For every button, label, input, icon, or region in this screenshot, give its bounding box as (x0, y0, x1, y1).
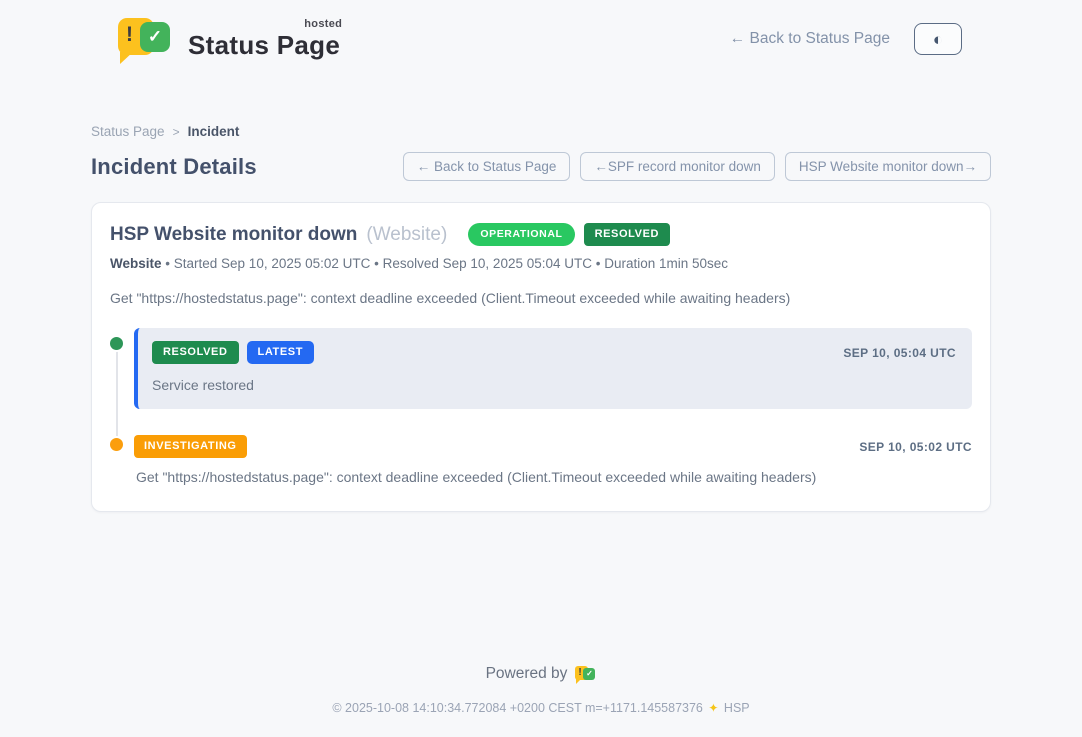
copyright-line: © 2025-10-08 14:10:34.772084 +0200 CEST … (0, 701, 1082, 715)
brand-hosted-label: hosted (304, 18, 342, 30)
timeline-dot-orange (108, 436, 125, 453)
timeline-entry-badges: INVESTIGATING (134, 435, 247, 458)
copyright-suffix: HSP (724, 701, 750, 715)
next-incident-button[interactable]: HSP Website monitor down→ (785, 152, 991, 181)
brand-logo-icon: ✓ ! (118, 18, 174, 62)
footer: Powered by ✓ ! © 2025-10-08 14:10:34.772… (0, 665, 1082, 715)
incident-component: (Website) (366, 224, 447, 246)
resolved-state-badge: RESOLVED (584, 223, 671, 246)
back-to-status-page-button[interactable]: ← Back to Status Page (403, 152, 571, 181)
timeline-entry: INVESTIGATING SEP 10, 05:02 UTC Get "htt… (110, 435, 972, 485)
powered-by-label: Powered by (486, 665, 568, 683)
investigating-badge: INVESTIGATING (134, 435, 247, 458)
operational-status-badge: OPERATIONAL (468, 223, 574, 246)
sparkles-icon: ✦ (708, 701, 718, 715)
latest-badge: LATEST (247, 341, 315, 364)
prev-incident-button[interactable]: ←SPF record monitor down (580, 152, 775, 181)
breadcrumb-status-page-link[interactable]: Status Page (91, 124, 165, 139)
breadcrumb-current-incident: Incident (188, 124, 240, 139)
resolved-badge: RESOLVED (152, 341, 239, 364)
timeline-entry-timestamp: SEP 10, 05:02 UTC (859, 440, 972, 454)
brand-name-wrap: hosted Status Page (188, 16, 340, 61)
incident-title: HSP Website monitor down (110, 224, 357, 246)
incident-timeline: RESOLVED LATEST SEP 10, 05:04 UTC Servic… (110, 328, 972, 485)
timeline-entry-message: Service restored (152, 377, 956, 393)
incident-card: HSP Website monitor down (Website) OPERA… (91, 202, 991, 512)
breadcrumb: Status Page > Incident (91, 124, 991, 139)
timeline-entry-highlight-box: RESOLVED LATEST SEP 10, 05:04 UTC Servic… (134, 328, 972, 409)
header-right: ← Back to Status Page ◐ (730, 23, 962, 55)
footer-logo-green-check-box: ✓ (583, 668, 595, 680)
theme-toggle-button[interactable]: ◐ (914, 23, 962, 55)
breadcrumb-separator: > (173, 125, 180, 139)
timeline-entry-badge-row: INVESTIGATING SEP 10, 05:02 UTC (134, 435, 972, 458)
back-to-status-page-link[interactable]: ← Back to Status Page (730, 30, 890, 48)
timeline-entry-badges: RESOLVED LATEST (152, 341, 314, 364)
header: ✓ ! hosted Status Page ← Back to Status … (0, 0, 1082, 66)
timeline-entry-body: INVESTIGATING SEP 10, 05:02 UTC Get "htt… (134, 435, 972, 485)
brand-logo-link[interactable]: ✓ ! hosted Status Page (118, 16, 340, 62)
incident-meta-times: • Started Sep 10, 2025 05:02 UTC • Resol… (165, 256, 728, 271)
logo-green-check-box: ✓ (140, 22, 170, 52)
timeline-entry-timestamp: SEP 10, 05:04 UTC (843, 346, 956, 360)
incident-description: Get "https://hostedstatus.page": context… (110, 290, 972, 306)
title-row: Incident Details ← Back to Status Page ←… (91, 152, 991, 181)
footer-check-icon: ✓ (586, 669, 593, 678)
powered-by-link[interactable]: Powered by ✓ ! (486, 665, 597, 683)
timeline-entry: RESOLVED LATEST SEP 10, 05:04 UTC Servic… (110, 328, 972, 409)
page-title: Incident Details (91, 154, 257, 180)
incident-meta-component: Website (110, 256, 162, 271)
copyright-text: © 2025-10-08 14:10:34.772084 +0200 CEST … (332, 701, 703, 715)
check-icon: ✓ (148, 27, 162, 47)
half-circle-theme-icon: ◐ (933, 31, 943, 48)
footer-brand-logo-icon: ✓ ! (575, 666, 596, 683)
exclamation-icon: ! (126, 23, 133, 47)
incident-card-header: HSP Website monitor down (Website) OPERA… (110, 223, 972, 246)
timeline-entry-badge-row: RESOLVED LATEST SEP 10, 05:04 UTC (152, 341, 956, 364)
timeline-entry-message: Get "https://hostedstatus.page": context… (134, 469, 972, 485)
incident-meta-line: Website • Started Sep 10, 2025 05:02 UTC… (110, 256, 972, 271)
footer-exclamation-icon: ! (578, 667, 581, 678)
incident-nav-buttons: ← Back to Status Page ←SPF record monito… (403, 152, 991, 181)
timeline-dot-green (108, 335, 125, 352)
main-content: Status Page > Incident Incident Details … (91, 124, 991, 512)
brand-name: Status Page (188, 30, 340, 60)
